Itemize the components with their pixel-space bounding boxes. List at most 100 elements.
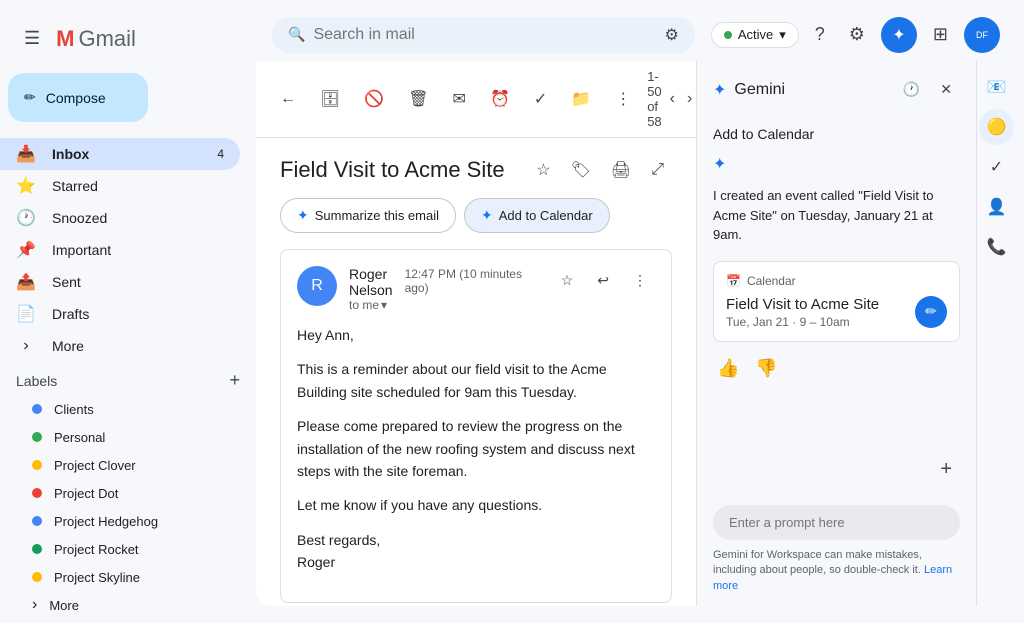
sidebar-item-important[interactable]: 📌 Important [0,234,240,266]
gemini-body: Add to Calendar ✦ I created an event cal… [697,118,976,446]
gemini-disclaimer: Gemini for Workspace can make mistakes, … [713,548,960,594]
label-project-rocket[interactable]: Project Rocket [16,535,224,563]
gemini-sparkle-icon: ✦ [713,80,726,100]
edit-event-button[interactable]: ✏ [915,296,947,328]
email-message: R Roger Nelson to me ▾ 12:47 PM (10 minu… [280,249,672,603]
gemini-title-text: Gemini [734,81,785,99]
prev-email-button[interactable]: ‹ [666,86,679,112]
sidebar-item-more[interactable]: › More [0,330,240,362]
sender-info: Roger Nelson to me ▾ [349,266,393,312]
compose-icon: ✏ [24,89,36,106]
strip-contacts-button[interactable]: 👤 [979,189,1015,225]
gemini-close-button[interactable]: ✕ [932,73,960,106]
snooze-button[interactable]: ⏰ [482,83,518,115]
body-greeting: Hey Ann, [297,324,655,346]
label-project-clover[interactable]: Project Clover [16,451,224,479]
strip-mail-button[interactable]: 📧 [979,69,1015,105]
thumbsup-button[interactable]: 👍 [713,354,743,383]
active-status[interactable]: Active ▾ [711,22,799,48]
gemini-footer: Gemini for Workspace can make mistakes, … [697,493,976,606]
avatar-text: DF [976,30,988,40]
sidebar-item-snoozed[interactable]: 🕐 Snoozed [0,202,240,234]
add-button[interactable]: + [932,450,960,489]
settings-button[interactable]: ⚙ [841,16,873,53]
label-clients[interactable]: Clients [16,395,224,423]
subject-text: Field Visit to Acme Site [280,157,505,183]
pagination: 1-50 of 58 ‹ › [647,69,696,129]
body-para3: Let me know if you have any questions. [297,494,655,516]
thumbsdown-button[interactable]: 👎 [751,354,781,383]
email-main: ← 🗄 🚫 🗑 ✉ ⏰ ✓ 📁 ⋮ 1-50 of 58 ‹ › Field V… [256,61,696,606]
apps-button[interactable]: ⊞ [925,16,956,53]
gemini-history-button[interactable]: 🕐 [895,73,928,106]
gmail-logo: M Gmail [56,26,136,52]
sidebar-item-label: Starred [52,178,98,194]
star-icon: ⭐ [16,176,36,196]
back-button[interactable]: ← [272,84,304,114]
chevron-down-icon[interactable]: ▾ [381,298,387,312]
search-icon: 🔍 [288,26,305,43]
filter-icon[interactable]: ⚙ [664,25,678,45]
reply-inline-button[interactable]: ↩ [589,266,617,295]
label-project-skyline[interactable]: Project Skyline [16,563,224,591]
gemini-header-icons: 🕐 ✕ [895,73,960,106]
compose-button[interactable]: ✏ Compose [8,73,148,122]
email-toolbar: ← 🗄 🚫 🗑 ✉ ⏰ ✓ 📁 ⋮ 1-50 of 58 ‹ › [256,61,696,138]
done-button[interactable]: ✓ [526,83,555,115]
calendar-event-title: Field Visit to Acme Site [726,296,879,313]
strip-tasks-button[interactable]: ✓ [982,149,1011,185]
help-button[interactable]: ? [807,16,833,53]
label-project-hedgehog[interactable]: Project Hedgehog [16,507,224,535]
add-to-calendar-button[interactable]: ✦ Add to Calendar [464,198,610,233]
label-project-dot[interactable]: Project Dot [16,479,224,507]
next-email-button[interactable]: › [683,86,696,112]
gemini-action-label: Add to Calendar [713,126,960,142]
drafts-icon: 📄 [16,304,36,324]
strip-keep-button[interactable]: 🟡 [979,109,1015,145]
star-button[interactable]: ☆ [528,154,558,186]
chevron-down-icon: › [16,337,36,355]
labels-section: Labels + Clients Personal Project Clover… [0,362,256,623]
strip-meet-button[interactable]: 📞 [979,229,1015,265]
search-bar[interactable]: 🔍 ⚙ [272,17,695,53]
print-button[interactable]: 🖨 [603,154,639,186]
move-button[interactable]: 📁 [563,83,599,115]
topbar-right: Active ▾ ? ⚙ ✦ ⊞ DF [711,16,1000,53]
labels-title: Labels [16,373,57,389]
gemini-prompt-input[interactable] [713,505,960,540]
gemini-header: ✦ Gemini 🕐 ✕ [697,61,976,118]
menu-button[interactable]: ☰ [16,20,48,57]
label-button[interactable]: 🏷 [563,154,599,186]
avatar[interactable]: DF [964,17,1000,53]
label-dot [32,516,42,526]
sidebar-item-inbox[interactable]: 📥 Inbox 4 [0,138,240,170]
sidebar-item-label: Snoozed [52,210,107,226]
important-icon: 📌 [16,240,36,260]
label-name: Clients [54,402,94,417]
calendar-card-info: Field Visit to Acme Site Tue, Jan 21 · 9… [726,296,879,329]
summarize-button[interactable]: ✦ Summarize this email [280,198,456,233]
more-message-button[interactable]: ⋮ [625,266,655,295]
sender-name: Roger Nelson [349,266,393,298]
report-button[interactable]: 🚫 [356,83,392,115]
mark-unread-button[interactable]: ✉ [445,83,474,115]
gemini-button[interactable]: ✦ [881,17,917,53]
calendar-card-header: 📅 Calendar [726,274,947,288]
more-button[interactable]: ⋮ [607,83,639,115]
sidebar-item-sent[interactable]: 📤 Sent [0,266,240,298]
archive-button[interactable]: 🗄 [312,83,348,115]
add-label-button[interactable]: + [229,370,240,391]
sidebar-item-starred[interactable]: ⭐ Starred [0,170,240,202]
body-closing: Best regards,Roger [297,529,655,574]
expand-button[interactable]: ⤢ [643,154,672,186]
star-message-button[interactable]: ☆ [553,266,582,295]
disclaimer-text: Gemini for Workspace can make mistakes, … [713,549,922,576]
labels-more-button[interactable]: › More [16,591,240,619]
delete-button[interactable]: 🗑 [400,83,436,115]
label-dot [32,488,42,498]
sidebar-item-drafts[interactable]: 📄 Drafts [0,298,240,330]
labels-more-label: More [49,598,79,613]
search-input[interactable] [313,26,656,44]
label-personal[interactable]: Personal [16,423,224,451]
sent-icon: 📤 [16,272,36,292]
